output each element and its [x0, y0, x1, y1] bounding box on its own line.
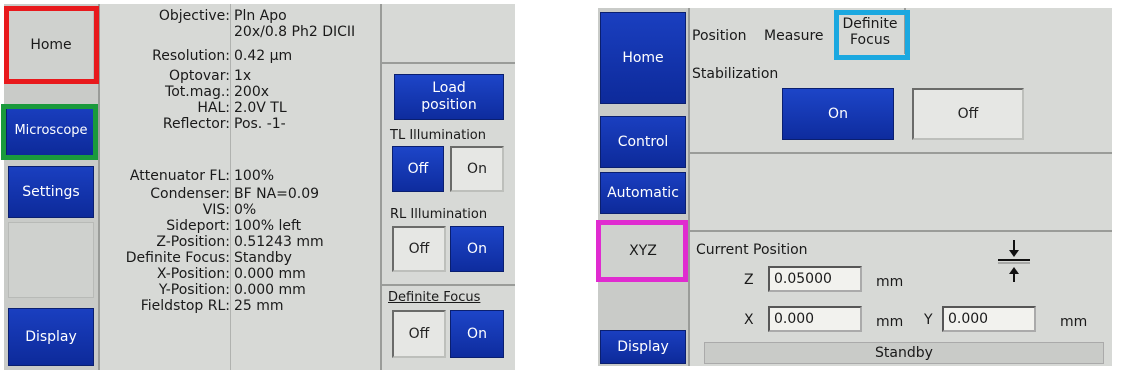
stabilization-on-label: On: [828, 106, 848, 122]
info-value: 100%: [234, 168, 275, 184]
info-column-separator: [230, 4, 231, 370]
rl-off-button[interactable]: Off: [392, 226, 446, 272]
focus-plane-icon: [998, 240, 1030, 282]
status-bar: Standby: [704, 342, 1104, 364]
info-value: 0.51243 mm: [234, 234, 324, 250]
info-value: 25 mm: [234, 298, 284, 314]
info-value: 20x/0.8 Ph2 DICII: [234, 24, 356, 40]
df-off-button[interactable]: Off: [392, 310, 446, 358]
load-position-label: Load position: [421, 80, 477, 113]
rl-on-label: On: [467, 241, 487, 257]
tl-on-label: On: [467, 161, 487, 177]
nav-divider: [98, 4, 100, 370]
info-value: Pln Apo: [234, 8, 287, 24]
home-button-label: Home: [30, 37, 72, 53]
info-label: Tot.mag.:: [165, 84, 230, 100]
control-button[interactable]: Control: [600, 116, 686, 168]
info-label: Condenser:: [150, 186, 230, 202]
info-label: Sideport:: [166, 218, 230, 234]
tab-position[interactable]: Position: [692, 28, 747, 44]
info-value: Pos. -1-: [234, 116, 286, 132]
z-field[interactable]: 0.05000: [768, 266, 862, 292]
df-on-label: On: [467, 326, 487, 342]
info-label: VIS:: [202, 202, 230, 218]
nav-divider-2: [688, 8, 690, 366]
home-button-2-label: Home: [622, 50, 664, 66]
z-label: Z: [744, 272, 754, 288]
info-label: Optovar:: [168, 68, 230, 84]
definite-focus-screen: Home Control Automatic XYZ Display Posit…: [598, 8, 1112, 366]
info-label: Definite Focus:: [125, 250, 230, 266]
tab-divider: [904, 8, 906, 54]
display-button-2-label: Display: [617, 339, 669, 355]
df-divider: [382, 284, 515, 286]
home-button-2[interactable]: Home: [600, 12, 686, 104]
info-value: 2.0V TL: [234, 100, 287, 116]
y-label: Y: [924, 312, 933, 328]
display-button-2[interactable]: Display: [600, 330, 686, 364]
stabilization-off-label: Off: [957, 106, 979, 122]
rl-illumination-title: RL Illumination: [390, 207, 488, 222]
info-label: Fieldstop RL:: [140, 298, 230, 314]
definite-focus-title: Definite Focus: [388, 290, 481, 305]
rl-on-button[interactable]: On: [450, 226, 504, 272]
tl-off-button[interactable]: Off: [392, 146, 444, 192]
control-button-label: Control: [617, 134, 669, 150]
info-value: 0.42 µm: [234, 48, 293, 64]
rl-off-label: Off: [408, 241, 430, 257]
automatic-button[interactable]: Automatic: [600, 172, 686, 214]
home-button[interactable]: Home: [8, 10, 94, 80]
info-value: 0%: [234, 202, 257, 218]
info-label: Z-Position:: [156, 234, 230, 250]
empty-nav-slot: [8, 222, 94, 298]
tab-definite-focus-line2: Focus: [850, 32, 890, 48]
df-off-label: Off: [408, 326, 430, 342]
info-value: 0.000 mm: [234, 266, 306, 282]
tab-definite-focus-line1: Definite: [842, 16, 898, 32]
info-value: 100% left: [234, 218, 302, 234]
tab-measure[interactable]: Measure: [764, 28, 824, 44]
xyz-button-label: XYZ: [629, 243, 657, 259]
y-unit: mm: [1060, 314, 1088, 330]
settings-button-label: Settings: [22, 184, 80, 200]
info-value: BF NA=0.09: [234, 186, 320, 202]
tl-on-button[interactable]: On: [450, 146, 504, 192]
info-label: X-Position:: [156, 266, 230, 282]
x-field[interactable]: 0.000: [768, 306, 862, 332]
x-label: X: [744, 312, 754, 328]
xyz-button[interactable]: XYZ: [600, 220, 686, 282]
info-value: 200x: [234, 84, 270, 100]
tab-definite-focus[interactable]: Definite Focus: [838, 16, 902, 48]
microscope-button-label: Microscope: [14, 122, 88, 138]
info-value: 1x: [234, 68, 252, 84]
current-position-title: Current Position: [696, 242, 808, 258]
stabilization-on-button[interactable]: On: [782, 88, 894, 140]
section-divider-1: [690, 152, 1112, 154]
info-label: Objective:: [158, 8, 230, 24]
z-unit: mm: [876, 274, 904, 290]
y-field[interactable]: 0.000: [942, 306, 1036, 332]
load-position-button[interactable]: Load position: [394, 74, 504, 120]
info-label: Reflector:: [162, 116, 230, 132]
tl-illumination-title: TL Illumination: [390, 128, 486, 143]
display-button-label: Display: [25, 329, 77, 345]
df-on-button[interactable]: On: [450, 310, 504, 358]
info-label: Resolution:: [152, 48, 230, 64]
info-value: Standby: [234, 250, 292, 266]
section-divider-2: [690, 230, 1112, 232]
info-label: Y-Position:: [158, 282, 230, 298]
info-value: 0.000 mm: [234, 282, 306, 298]
microscope-button[interactable]: Microscope: [6, 104, 96, 156]
info-label: Attenuator FL:: [129, 168, 230, 184]
stabilization-off-button[interactable]: Off: [912, 88, 1024, 140]
display-button[interactable]: Display: [8, 308, 94, 366]
microscope-info-screen: Home Microscope Settings Display Load po…: [4, 4, 515, 370]
x-unit: mm: [876, 314, 904, 330]
stabilization-title: Stabilization: [692, 66, 779, 82]
settings-button[interactable]: Settings: [8, 166, 94, 218]
automatic-button-label: Automatic: [607, 185, 679, 201]
info-label: HAL:: [197, 100, 230, 116]
tl-off-label: Off: [407, 161, 429, 177]
controls-top-blank: [382, 4, 515, 64]
